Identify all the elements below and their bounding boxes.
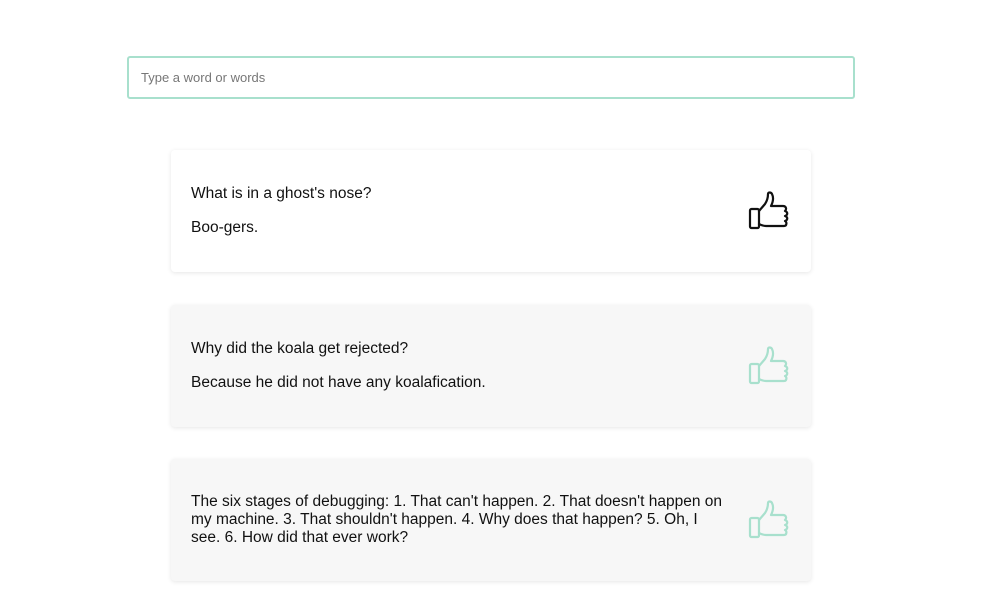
joke-text-single: The six stages of debugging: 1. That can… [191, 493, 723, 546]
joke-punchline: Because he did not have any koalaficatio… [191, 374, 486, 391]
joke-setup: Why did the koala get rejected? [191, 340, 409, 357]
joke-card: What is in a ghost's nose? Boo-gers. [171, 150, 811, 272]
joke-setup: What is in a ghost's nose? [191, 185, 372, 202]
thumbs-up-icon [748, 500, 789, 539]
like-button[interactable] [747, 344, 791, 388]
joke-text: Why did the koala get rejected? Because … [191, 340, 747, 392]
thumbs-up-icon [748, 346, 789, 385]
joke-text: The six stages of debugging: 1. That can… [191, 493, 747, 547]
search-input[interactable] [129, 58, 853, 97]
like-button[interactable] [747, 189, 791, 233]
thumbs-up-icon [748, 191, 789, 230]
joke-punchline: Boo-gers. [191, 219, 259, 236]
joke-text: What is in a ghost's nose? Boo-gers. [191, 185, 747, 237]
search-box[interactable] [127, 56, 855, 99]
joke-card: The six stages of debugging: 1. That can… [171, 459, 811, 581]
like-button[interactable] [747, 498, 791, 542]
joke-card: Why did the koala get rejected? Because … [171, 305, 811, 427]
